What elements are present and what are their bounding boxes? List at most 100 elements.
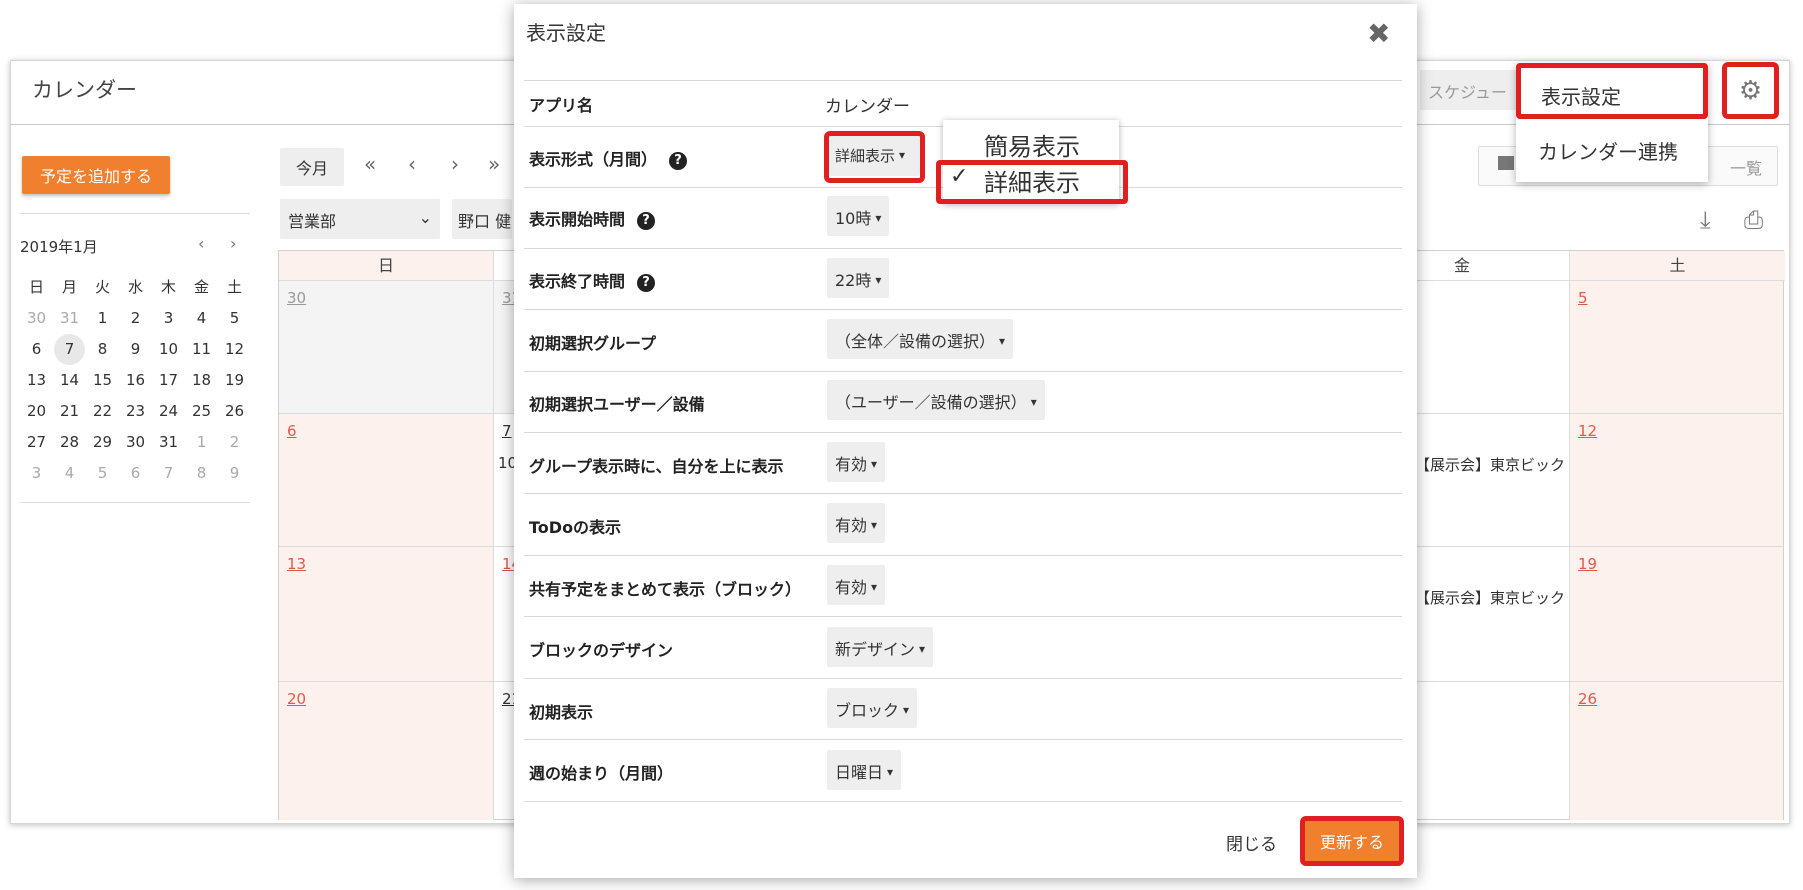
gear-icon[interactable]: ⚙: [1722, 62, 1779, 119]
day-number[interactable]: 20: [287, 690, 306, 708]
mini-day[interactable]: 31: [53, 303, 86, 334]
mini-day[interactable]: 18: [185, 365, 218, 396]
mini-day[interactable]: 31: [152, 427, 185, 458]
day-number[interactable]: 12: [1578, 422, 1597, 440]
mini-day[interactable]: 6: [119, 458, 152, 489]
mini-day[interactable]: 17: [152, 365, 185, 396]
help-icon[interactable]: ?: [637, 274, 656, 292]
menu-item-display-settings[interactable]: 表示設定: [1516, 63, 1708, 119]
mini-day[interactable]: 23: [119, 396, 152, 427]
mini-day-today[interactable]: 7: [54, 334, 85, 365]
day-number[interactable]: 7: [502, 422, 512, 440]
help-icon[interactable]: ?: [669, 152, 688, 170]
print-icon[interactable]: ⎙: [1744, 206, 1763, 234]
day-cell[interactable]: 5: [1570, 281, 1783, 414]
mini-day[interactable]: 30: [20, 303, 53, 334]
chevron-down-icon: ▾: [871, 580, 878, 594]
day-cell[interactable]: 20: [279, 682, 494, 820]
help-icon[interactable]: ?: [637, 212, 656, 230]
mini-day[interactable]: 2: [218, 427, 251, 458]
mini-day[interactable]: 15: [86, 365, 119, 396]
block-design-select[interactable]: 新デザイン ▾: [827, 627, 934, 667]
mini-day[interactable]: 27: [20, 427, 53, 458]
mini-day[interactable]: 2: [119, 303, 152, 334]
todo-select[interactable]: 有効 ▾: [827, 503, 886, 543]
start-time-select[interactable]: 10時 ▾: [827, 196, 890, 236]
mini-day[interactable]: 10: [152, 334, 185, 365]
week-start-select[interactable]: 日曜日 ▾: [827, 750, 902, 790]
day-number[interactable]: 19: [1578, 555, 1597, 573]
mini-day[interactable]: 1: [86, 303, 119, 334]
day-cell[interactable]: 26: [1570, 682, 1783, 820]
initial-view-select[interactable]: ブロック ▾: [827, 688, 918, 728]
add-event-button[interactable]: 予定を追加する: [22, 156, 170, 194]
mini-day[interactable]: 5: [218, 303, 251, 334]
event-item[interactable]: 【展示会】東京ビック: [1415, 587, 1565, 608]
chevron-down-icon: ▾: [887, 765, 894, 779]
mini-day[interactable]: 25: [185, 396, 218, 427]
close-icon[interactable]: ✖: [1367, 20, 1390, 48]
mini-day[interactable]: 5: [86, 458, 119, 489]
mini-day[interactable]: 6: [20, 334, 53, 365]
last-page-icon[interactable]: »: [488, 152, 500, 176]
mini-day[interactable]: 9: [218, 458, 251, 489]
mini-day[interactable]: 28: [53, 427, 86, 458]
next-month-icon[interactable]: ›: [451, 152, 459, 176]
format-option-detail[interactable]: 詳細表示: [984, 163, 1080, 198]
first-page-icon[interactable]: «: [364, 152, 376, 176]
mini-day[interactable]: 8: [86, 334, 119, 365]
mini-day[interactable]: 4: [185, 303, 218, 334]
day-cell[interactable]: 30: [279, 281, 494, 414]
user-select[interactable]: 野口 健: [452, 199, 512, 239]
mini-day[interactable]: 3: [152, 303, 185, 334]
download-icon[interactable]: ⤓: [1700, 206, 1711, 234]
mini-next-month-icon[interactable]: ›: [230, 234, 236, 253]
group-select[interactable]: 営業部 ⌄: [280, 199, 440, 239]
close-button[interactable]: 閉じる: [1226, 830, 1277, 855]
mini-day[interactable]: 22: [86, 396, 119, 427]
mini-day[interactable]: 14: [53, 365, 86, 396]
mini-day[interactable]: 24: [152, 396, 185, 427]
mini-day[interactable]: 8: [185, 458, 218, 489]
mini-day[interactable]: 1: [185, 427, 218, 458]
mini-day[interactable]: 7: [152, 458, 185, 489]
prev-month-icon[interactable]: ‹: [408, 152, 416, 176]
mini-day[interactable]: 12: [218, 334, 251, 365]
mini-day[interactable]: 20: [20, 396, 53, 427]
day-cell[interactable]: 19: [1570, 547, 1783, 682]
day-cell[interactable]: 6: [279, 414, 494, 547]
mini-day[interactable]: 30: [119, 427, 152, 458]
day-cell[interactable]: 13: [279, 547, 494, 682]
initial-user-select[interactable]: （ユーザー／設備の選択） ▾: [827, 380, 1045, 420]
day-number[interactable]: 30: [287, 289, 306, 307]
day-number[interactable]: 5: [1578, 289, 1588, 307]
mini-day[interactable]: 3: [20, 458, 53, 489]
format-option-simple[interactable]: 簡易表示: [984, 127, 1080, 162]
event-item[interactable]: 【展示会】東京ビック: [1415, 454, 1565, 475]
day-number[interactable]: 6: [287, 422, 297, 440]
mini-day[interactable]: 29: [86, 427, 119, 458]
self-top-select[interactable]: 有効 ▾: [827, 442, 886, 482]
day-cell[interactable]: 12: [1570, 414, 1783, 547]
mini-day[interactable]: 13: [20, 365, 53, 396]
mini-prev-month-icon[interactable]: ‹: [198, 234, 204, 253]
initial-group-select[interactable]: （全体／設備の選択） ▾: [827, 319, 1014, 359]
day-number[interactable]: 13: [287, 555, 306, 573]
end-time-select[interactable]: 22時 ▾: [827, 258, 890, 298]
chevron-down-icon: ▾: [903, 703, 910, 717]
day-number[interactable]: 26: [1578, 690, 1597, 708]
mini-day[interactable]: 11: [185, 334, 218, 365]
mini-day[interactable]: 4: [53, 458, 86, 489]
mini-day[interactable]: 16: [119, 365, 152, 396]
tab-schedule[interactable]: スケジュー: [1420, 70, 1520, 110]
mini-day[interactable]: 21: [53, 396, 86, 427]
this-month-button[interactable]: 今月: [280, 148, 344, 186]
list-view-button[interactable]: 一覧: [1730, 155, 1762, 179]
update-button[interactable]: 更新する: [1300, 816, 1404, 866]
shared-block-select[interactable]: 有効 ▾: [827, 565, 886, 605]
chevron-down-icon: ⌄: [418, 208, 432, 227]
menu-item-calendar-link[interactable]: カレンダー連携: [1538, 136, 1678, 165]
mini-day[interactable]: 26: [218, 396, 251, 427]
mini-day[interactable]: 9: [119, 334, 152, 365]
mini-day[interactable]: 19: [218, 365, 251, 396]
